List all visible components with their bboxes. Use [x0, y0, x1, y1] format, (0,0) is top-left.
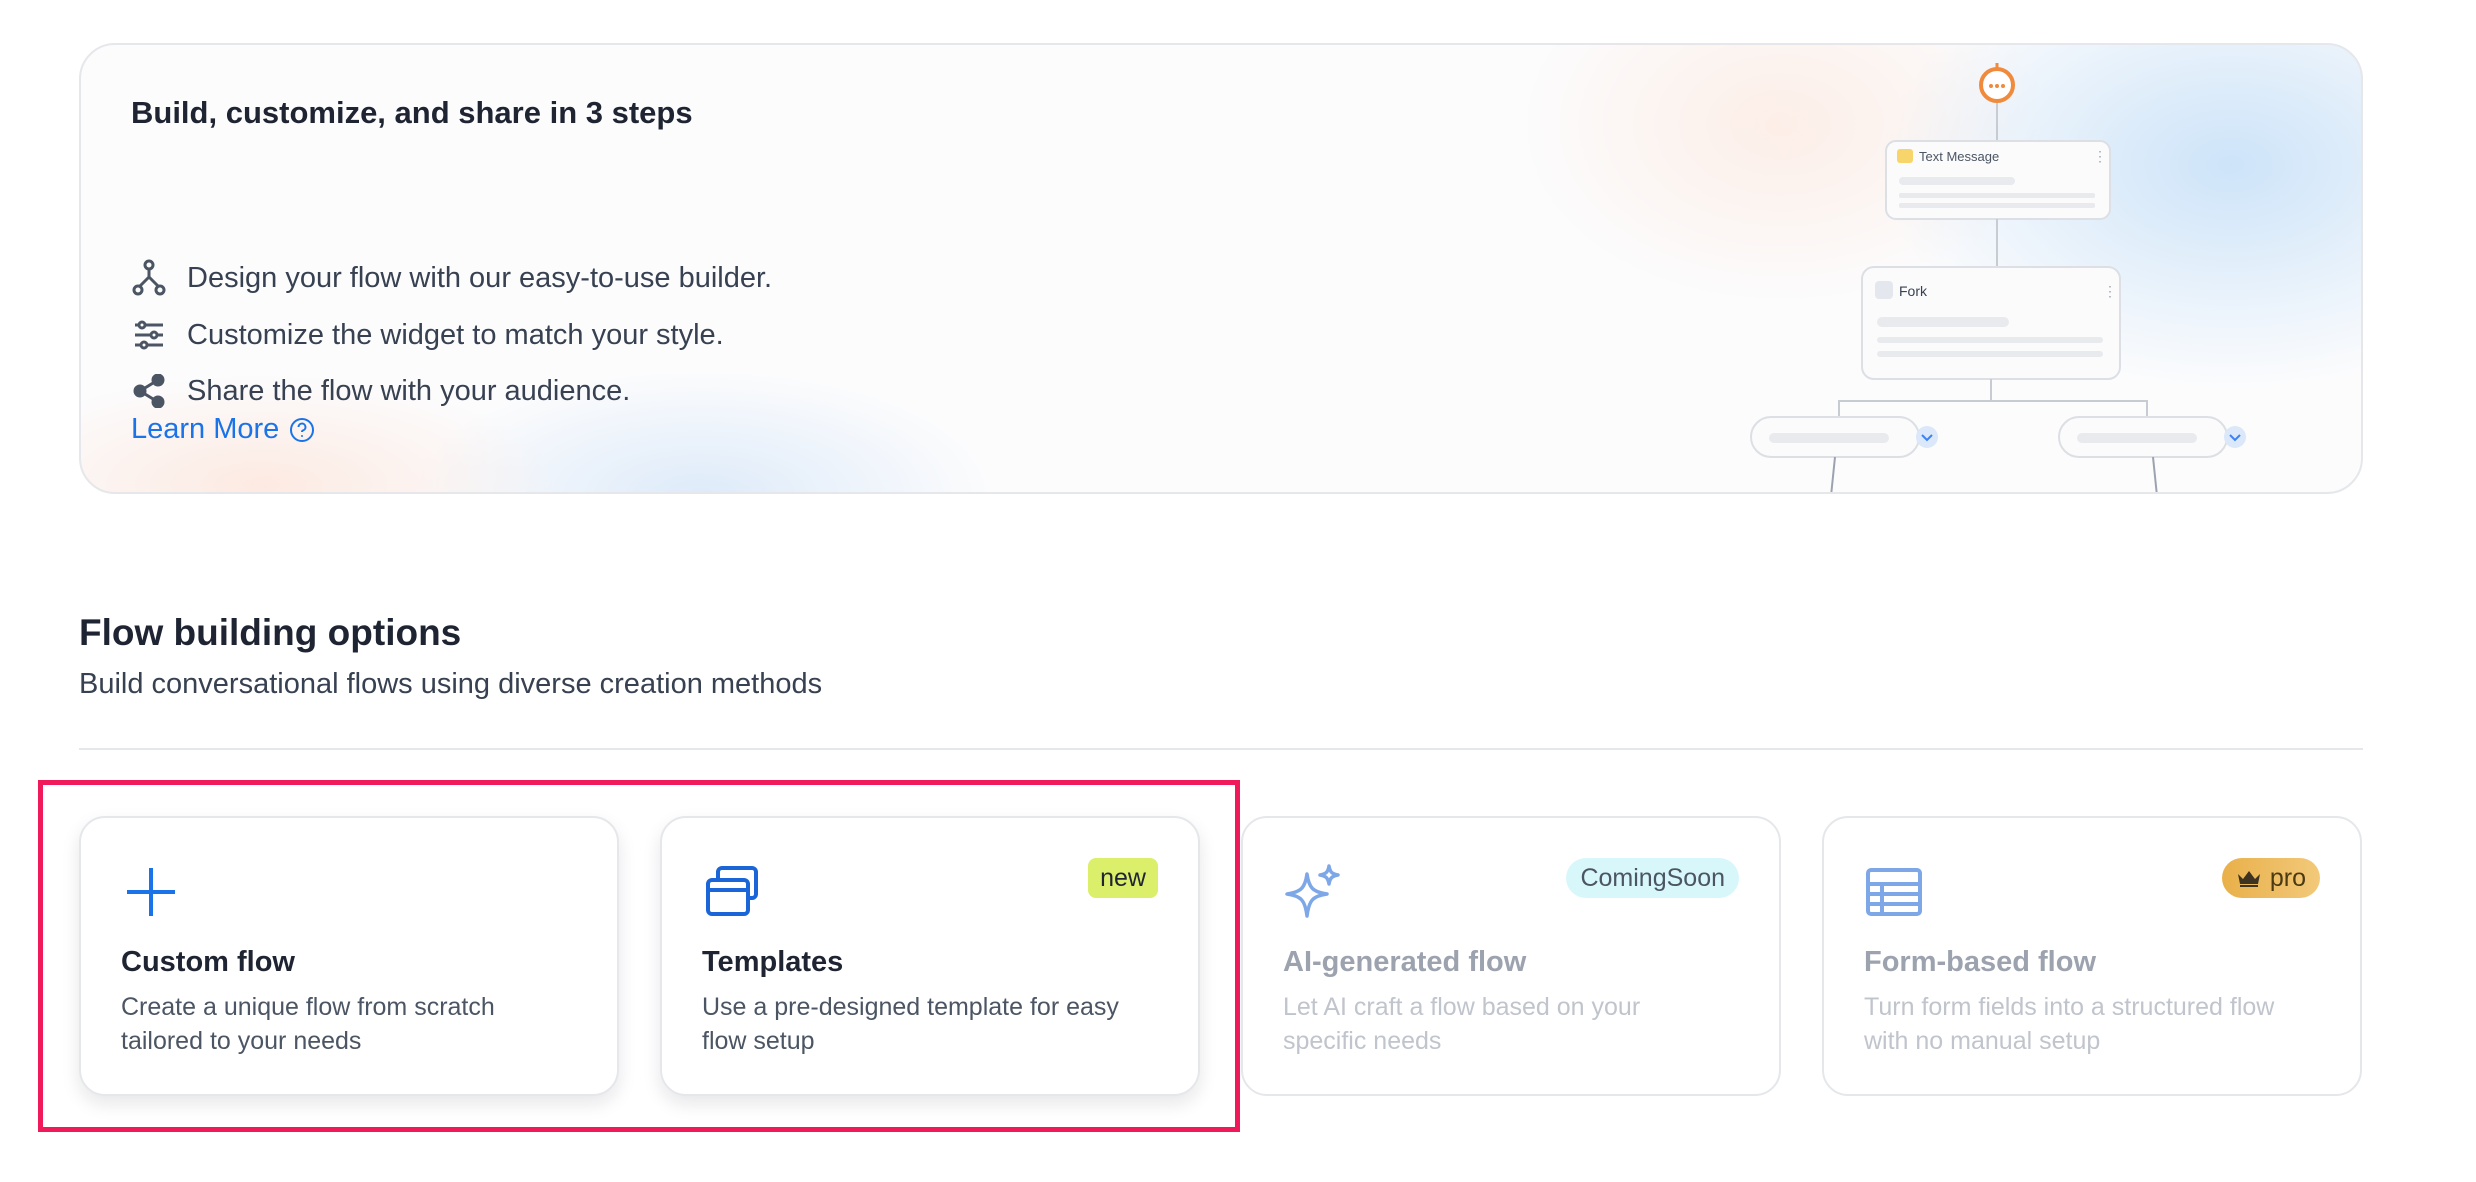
- card-description: Create a unique flow from scratch tailor…: [121, 993, 495, 1055]
- section-subtitle: Build conversational flows using diverse…: [79, 668, 823, 700]
- form-based-flow-card: pro Form-based flow Turn form fields int…: [1822, 816, 2362, 1096]
- learn-more-label[interactable]: Learn More: [131, 413, 279, 446]
- plus-icon: [127, 868, 175, 916]
- sparkle-icon: [1285, 864, 1340, 918]
- node-label-text-message: Text Message: [1919, 149, 1999, 164]
- flow-builder-icon: [131, 259, 167, 296]
- section-title: Flow building options: [79, 612, 462, 653]
- new-badge: new: [1088, 858, 1158, 898]
- card-title: AI-generated flow: [1283, 946, 1527, 978]
- step-share: Share the flow with your audience.: [131, 367, 630, 415]
- card-description: Let AI craft a flow based on your specif…: [1283, 993, 1641, 1055]
- card-description: Turn form fields into a structured flow …: [1864, 993, 2275, 1055]
- help-circle-icon[interactable]: [289, 417, 315, 443]
- crown-icon: [2237, 871, 2260, 887]
- card-title: Custom flow: [121, 946, 295, 978]
- pro-badge-label: pro: [2269, 864, 2306, 892]
- templates-card[interactable]: new Templates Use a pre-designed templat…: [660, 816, 1200, 1096]
- form-table-icon: [1866, 868, 1922, 916]
- svg-text:⋮: ⋮: [2103, 283, 2117, 299]
- pro-badge: pro: [2221, 858, 2320, 898]
- step-design: Design your flow with our easy-to-use bu…: [131, 254, 772, 302]
- custom-flow-card[interactable]: Custom flow Create a unique flow from sc…: [79, 816, 619, 1096]
- templates-icon: [706, 866, 758, 916]
- sliders-icon: [131, 317, 167, 353]
- intro-banner: Build, customize, and share in 3 steps D…: [79, 43, 2363, 494]
- step-customize: Customize the widget to match your style…: [131, 311, 724, 359]
- step-text: Customize the widget to match your style…: [187, 318, 724, 351]
- coming-soon-badge: ComingSoon: [1566, 858, 1739, 898]
- card-title: Form-based flow: [1864, 946, 2097, 978]
- banner-title: Build, customize, and share in 3 steps: [131, 95, 693, 130]
- node-label-fork: Fork: [1899, 283, 1928, 299]
- svg-text:⋮: ⋮: [2093, 148, 2107, 164]
- card-title: Templates: [702, 946, 844, 978]
- ai-generated-flow-card: ComingSoon AI-generated flow Let AI craf…: [1241, 816, 1781, 1096]
- divider: [79, 748, 2363, 750]
- flow-illustration: Text Message ⋮ Fork ⋮: [1750, 63, 2246, 492]
- share-icon: [131, 373, 167, 409]
- learn-more-link[interactable]: Learn More: [131, 413, 315, 446]
- step-text: Share the flow with your audience.: [187, 374, 631, 407]
- card-description: Use a pre-designed template for easy flo…: [702, 993, 1119, 1055]
- step-text: Design your flow with our easy-to-use bu…: [187, 261, 773, 294]
- bot-avatar-icon: [1979, 63, 2015, 103]
